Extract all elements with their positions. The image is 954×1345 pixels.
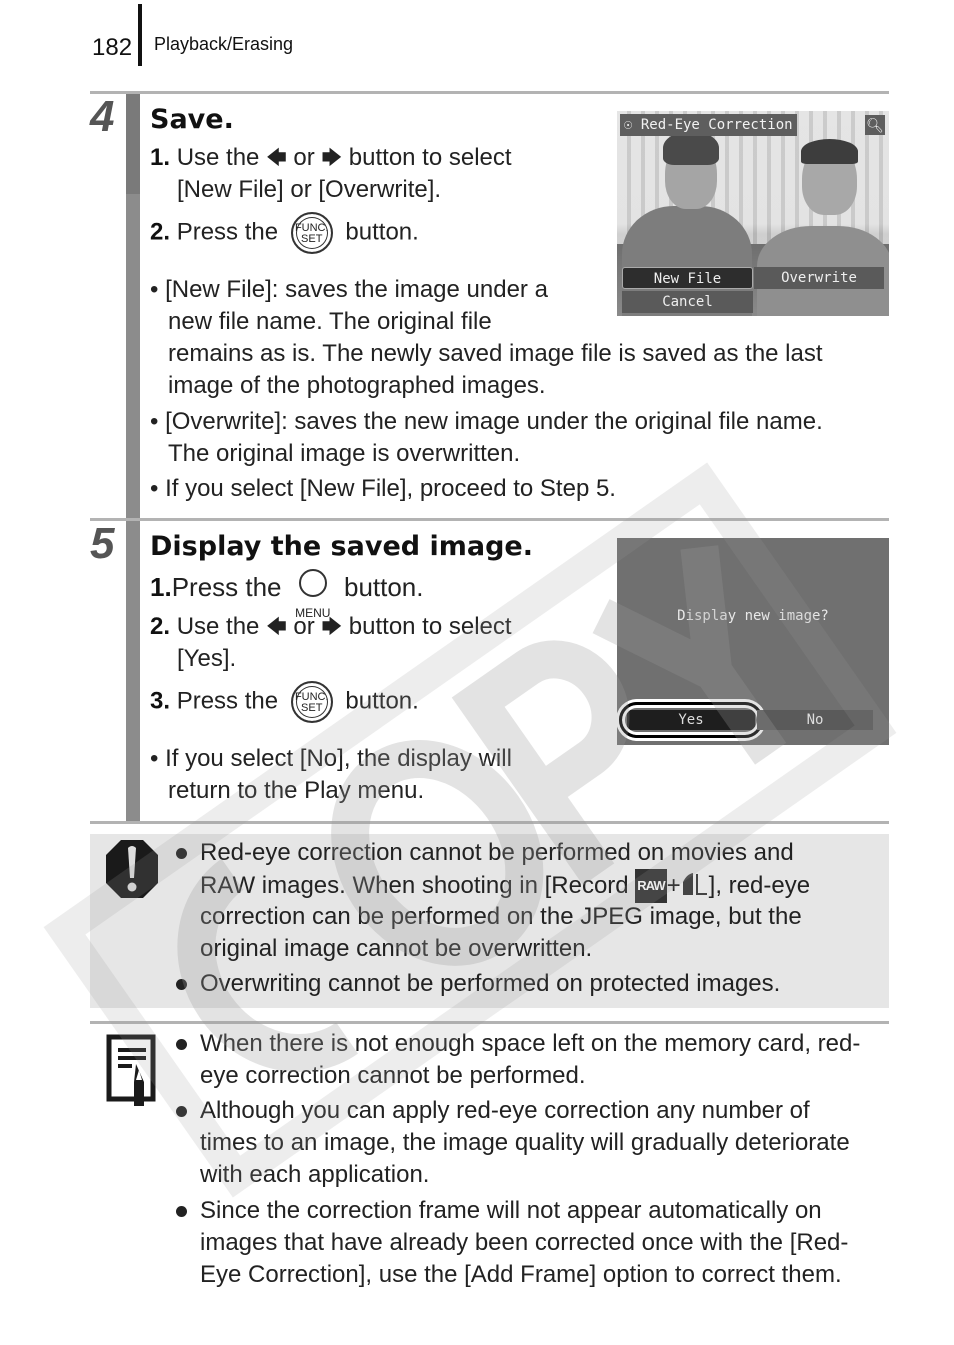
caution-box: Red-eye correction cannot be performed o…: [90, 834, 889, 1008]
bullet-new-file-cont: remains as is. The newly saved image fil…: [168, 340, 823, 367]
menu-button-icon: MENU: [295, 569, 331, 620]
zoom-icon: 🔍︎: [865, 115, 885, 135]
cancel-button[interactable]: Cancel: [622, 291, 753, 313]
bullet-no-cont: return to the Play menu.: [168, 777, 425, 804]
instruction-1: 1. Use the 🡄 or 🡆 button to select: [150, 142, 512, 174]
info-text: When there is not enough space left on t…: [200, 1030, 861, 1057]
bullet-proceed: • If you select [New File], proceed to S…: [150, 475, 616, 502]
instruction-2: 2. Press the FUNC. SET button.: [150, 212, 419, 254]
caution-text: Red-eye correction cannot be performed o…: [200, 839, 794, 866]
overwrite-button[interactable]: Overwrite: [754, 267, 884, 289]
step-number: 5: [90, 519, 115, 568]
bullet-dot: [176, 979, 187, 990]
bullet-dot: [176, 1039, 187, 1050]
instruction-1: 1.Press the MENU button.: [150, 569, 424, 620]
jpeg-large-icon: [682, 873, 707, 895]
bullet-no: • If you select [No], the display will: [150, 745, 512, 772]
instruction-2-cont: [Yes].: [177, 645, 237, 672]
step-bar: [126, 521, 140, 821]
raw-icon: RAW: [635, 869, 667, 903]
page-number: 182: [92, 34, 133, 61]
header-divider: [138, 4, 142, 66]
info-text: eye correction cannot be performed.: [200, 1062, 586, 1089]
dialog-question: Display new image?: [677, 608, 829, 624]
display-new-image-screen: Display new image? Yes No: [617, 538, 889, 745]
caution-text: Overwriting cannot be performed on prote…: [200, 970, 781, 997]
instruction-3: 3. Press the FUNC. SET button.: [150, 681, 419, 723]
section-title: Playback/Erasing: [154, 34, 294, 54]
bullet-dot: [176, 1106, 187, 1117]
func-set-button-icon: FUNC. SET: [290, 212, 333, 254]
info-text: Although you can apply red-eye correctio…: [200, 1097, 810, 1124]
selection-highlight: [619, 702, 763, 738]
right-arrow-icon: 🡆: [321, 147, 343, 169]
left-arrow-icon: 🡄: [266, 616, 287, 638]
bullet-new-file-cont: new file name. The original file: [168, 308, 492, 335]
bullet-overwrite: • [Overwrite]: saves the new image under…: [150, 408, 823, 435]
info-text: with each application.: [200, 1161, 430, 1188]
step-number: 4: [90, 92, 115, 141]
bullet-dot: [176, 848, 187, 859]
caution-icon: [106, 840, 158, 898]
bullet-dot: [176, 1206, 187, 1217]
step-bar: [126, 94, 140, 518]
left-arrow-icon: 🡄: [266, 147, 287, 169]
info-text: times to an image, the image quality wil…: [200, 1129, 850, 1156]
caution-text: RAW images. When shooting in [Record RAW…: [200, 869, 810, 903]
no-button[interactable]: No: [757, 710, 873, 730]
info-text: images that have already been corrected …: [200, 1229, 849, 1256]
func-set-button-icon: FUNC. SET: [290, 681, 333, 723]
step-title: Save.: [150, 104, 234, 135]
info-box: When there is not enough space left on t…: [90, 1024, 889, 1294]
screen-title: ☉ Red-Eye Correction: [620, 114, 797, 136]
caution-text: correction can be performed on the JPEG …: [200, 903, 802, 930]
caution-text: original image cannot be overwritten.: [200, 935, 593, 962]
bullet-overwrite-cont: The original image is overwritten.: [168, 440, 521, 467]
caution-top-rule: [90, 821, 889, 824]
bullet-new-file-cont: image of the photographed images.: [168, 372, 546, 399]
info-text: Since the correction frame will not appe…: [200, 1197, 822, 1224]
new-file-button[interactable]: New File: [622, 267, 753, 289]
instruction-1-cont: [New File] or [Overwrite].: [177, 176, 442, 203]
red-eye-correction-screen: ☉ Red-Eye Correction 🔍︎ New File Overwri…: [617, 111, 889, 316]
memo-icon: [106, 1034, 156, 1106]
bullet-new-file: • [New File]: saves the image under a: [150, 276, 548, 303]
step-title: Display the saved image.: [150, 531, 533, 562]
info-text: Eye Correction], use the [Add Frame] opt…: [200, 1261, 842, 1288]
instruction-2: 2. Use the 🡄 or 🡆 button to select: [150, 611, 512, 643]
right-arrow-icon: 🡆: [321, 616, 343, 638]
